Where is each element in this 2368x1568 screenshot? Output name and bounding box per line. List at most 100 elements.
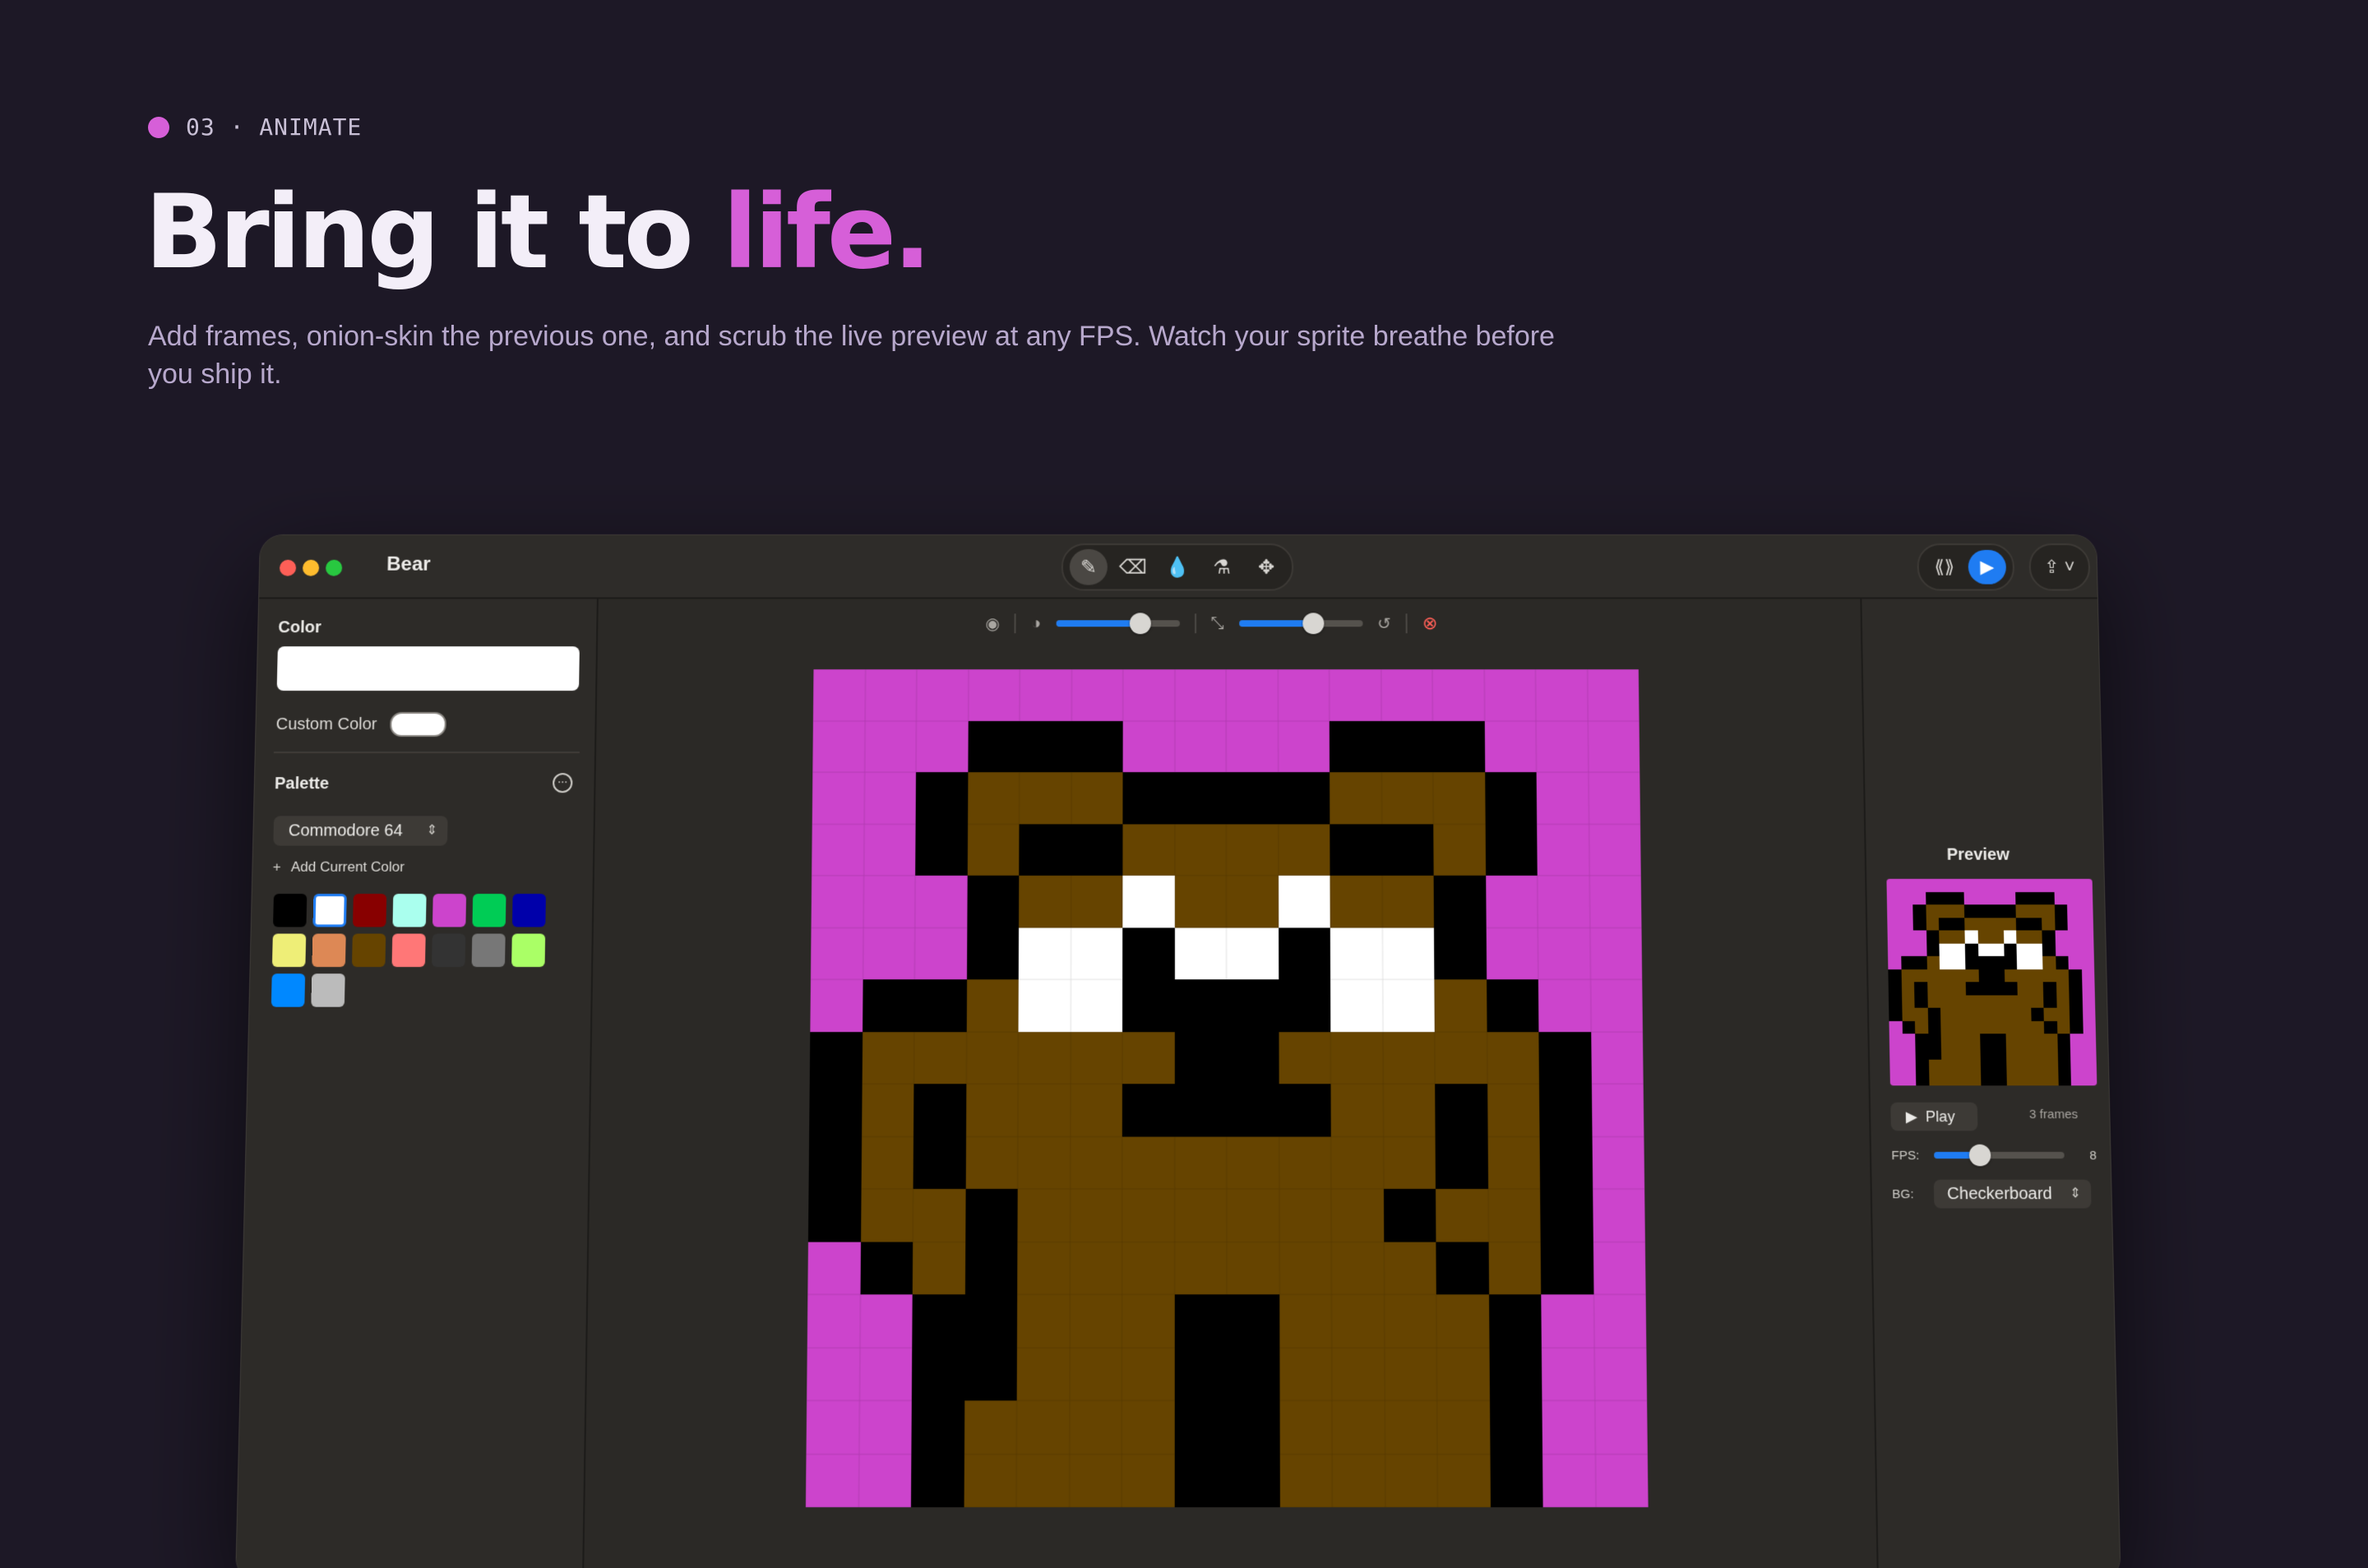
pixel-cell[interactable]: [1538, 927, 1591, 980]
palette-swatch[interactable]: [511, 933, 546, 968]
pixel-cell[interactable]: [913, 1136, 966, 1189]
pixel-cell[interactable]: [1226, 1031, 1279, 1085]
pixel-cell[interactable]: [1541, 1347, 1595, 1401]
pixel-cell[interactable]: [1382, 979, 1435, 1032]
pixel-cell[interactable]: [1432, 772, 1486, 824]
pencil-icon[interactable]: ✎: [1069, 548, 1108, 585]
pixel-cell[interactable]: [807, 1347, 860, 1401]
preview-toggle-icon[interactable]: ▶: [1968, 549, 2007, 585]
pixel-cell[interactable]: [1384, 1400, 1438, 1455]
pixel-cell[interactable]: [810, 927, 863, 980]
pixel-cell[interactable]: [1174, 875, 1227, 927]
pixel-cell[interactable]: [1538, 979, 1591, 1032]
pixel-cell[interactable]: [1016, 1454, 1070, 1508]
pixel-cell[interactable]: [812, 772, 865, 824]
pixel-cell[interactable]: [1591, 1136, 1645, 1189]
pixel-cell[interactable]: [1332, 1454, 1385, 1508]
pixel-cell[interactable]: [1017, 1084, 1071, 1137]
pixel-cell[interactable]: [1330, 875, 1382, 927]
pixel-cell[interactable]: [1069, 1454, 1122, 1508]
pixel-cell[interactable]: [1070, 1031, 1123, 1085]
pixel-cell[interactable]: [810, 979, 863, 1032]
pixel-cell[interactable]: [1382, 1031, 1436, 1085]
pixel-cell[interactable]: [1174, 1294, 1228, 1348]
palette-swatch[interactable]: [273, 894, 308, 927]
pixel-cell[interactable]: [1070, 1084, 1122, 1137]
pixel-cell[interactable]: [1589, 875, 1642, 927]
pixel-cell[interactable]: [966, 875, 1020, 927]
pixel-cell[interactable]: [1538, 1031, 1592, 1085]
add-current-color-button[interactable]: + Add Current Color: [272, 859, 405, 876]
pixel-cell[interactable]: [1122, 1084, 1175, 1137]
pixel-cell[interactable]: [912, 1294, 965, 1348]
pixel-cell[interactable]: [964, 1294, 1018, 1348]
pixel-cell[interactable]: [860, 1188, 913, 1242]
pixel-cell[interactable]: [1330, 979, 1383, 1032]
pixel-cell[interactable]: [1122, 1188, 1175, 1242]
pixel-cell[interactable]: [1071, 669, 1123, 721]
pixel-cell[interactable]: [1594, 1400, 1648, 1455]
pixel-cell[interactable]: [1174, 1031, 1227, 1085]
pixel-cell[interactable]: [1540, 1242, 1593, 1295]
pixel-cell[interactable]: [1227, 1454, 1280, 1508]
pixel-cell[interactable]: [1432, 720, 1485, 773]
pixel-cell[interactable]: [1122, 823, 1175, 876]
pixel-cell[interactable]: [1016, 1294, 1070, 1348]
pixel-cell[interactable]: [1592, 1188, 1645, 1242]
pixel-cell[interactable]: [1330, 1188, 1384, 1242]
pixel-cell[interactable]: [1384, 1347, 1437, 1401]
pixel-cell[interactable]: [1330, 927, 1383, 980]
pixel-cell[interactable]: [1587, 720, 1640, 773]
pixel-cell[interactable]: [1588, 772, 1641, 824]
pixel-cell[interactable]: [1590, 1031, 1644, 1085]
pixel-cell[interactable]: [1381, 875, 1435, 927]
palette-swatch[interactable]: [432, 933, 466, 968]
pixel-cell[interactable]: [1485, 823, 1538, 876]
pixel-cell[interactable]: [967, 720, 1020, 773]
pixel-cell[interactable]: [1277, 669, 1330, 721]
fill-icon[interactable]: 💧: [1159, 549, 1196, 585]
palette-swatch[interactable]: [311, 974, 345, 1007]
reset-zoom-icon[interactable]: ↺: [1377, 613, 1391, 634]
pixel-cell[interactable]: [1174, 669, 1227, 721]
pixel-cell[interactable]: [1278, 927, 1330, 980]
pixel-cell[interactable]: [1071, 772, 1123, 824]
pixel-cell[interactable]: [1070, 979, 1123, 1032]
pixel-cell[interactable]: [864, 669, 917, 721]
pixel-cell[interactable]: [1433, 823, 1486, 876]
pixel-cell[interactable]: [965, 1084, 1019, 1137]
pixel-cell[interactable]: [1434, 1031, 1487, 1085]
pixel-cell[interactable]: [1591, 1084, 1644, 1137]
pixel-cell[interactable]: [1070, 1188, 1122, 1242]
pixel-cell[interactable]: [1226, 1084, 1279, 1137]
pixel-cell[interactable]: [1122, 1400, 1175, 1455]
pixel-cell[interactable]: [1537, 875, 1590, 927]
pixel-cell[interactable]: [1490, 1454, 1543, 1508]
pixel-cell[interactable]: [1589, 823, 1641, 876]
move-icon[interactable]: ✥: [1247, 549, 1285, 585]
pixel-cell[interactable]: [1488, 1294, 1542, 1348]
play-button[interactable]: ▶ Play: [1890, 1102, 1978, 1131]
pixel-cell[interactable]: [1122, 1136, 1175, 1189]
palette-swatch[interactable]: [312, 933, 346, 968]
fps-slider[interactable]: [1934, 1144, 2065, 1167]
pixel-cell[interactable]: [1594, 1454, 1649, 1508]
pixel-cell[interactable]: [1226, 720, 1279, 773]
pixel-cell[interactable]: [1488, 1242, 1542, 1295]
pixel-cell[interactable]: [1487, 1031, 1539, 1085]
pixel-cell[interactable]: [965, 1031, 1019, 1085]
pixel-cell[interactable]: [1433, 875, 1487, 927]
pixel-cell[interactable]: [1330, 823, 1382, 876]
zoom-knob[interactable]: [1302, 613, 1324, 635]
pixel-cell[interactable]: [968, 669, 1020, 721]
pixel-cell[interactable]: [812, 669, 866, 721]
pixel-cell[interactable]: [1536, 720, 1589, 773]
pixel-cell[interactable]: [809, 1031, 863, 1085]
pixel-cell[interactable]: [1226, 772, 1279, 824]
pixel-cell[interactable]: [1174, 1242, 1227, 1295]
pixel-cell[interactable]: [1278, 772, 1330, 824]
pixel-cell[interactable]: [806, 1400, 859, 1455]
pixel-cell[interactable]: [1019, 823, 1071, 876]
pixel-cell[interactable]: [1384, 1294, 1437, 1348]
pixel-cell[interactable]: [1487, 1084, 1540, 1137]
